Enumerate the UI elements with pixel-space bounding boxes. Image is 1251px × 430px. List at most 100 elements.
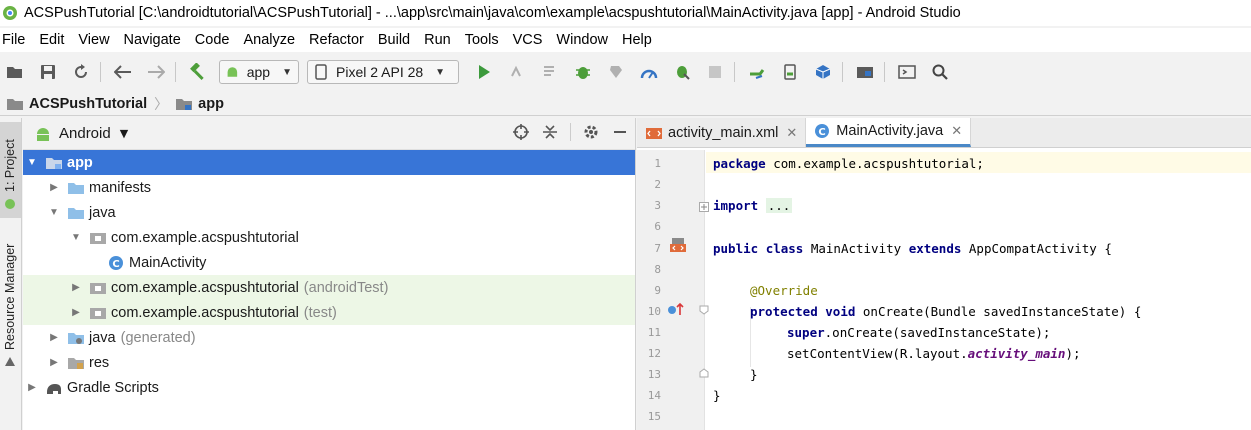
expanded-arrow-icon[interactable]: ▼ [69, 232, 83, 243]
menu-run[interactable]: Run [424, 32, 451, 48]
tree-item-gradle-scripts[interactable]: ▶ Gradle Scripts [23, 375, 635, 400]
generated-folder-icon [68, 332, 84, 344]
back-arrow-icon[interactable] [112, 61, 134, 83]
minimize-icon[interactable] [611, 123, 629, 141]
tree-item-package[interactable]: ▼ com.example.acspushtutorial [23, 225, 635, 250]
apply-code-changes-icon[interactable] [539, 61, 561, 83]
menu-build[interactable]: Build [378, 32, 410, 48]
sync-icon[interactable] [70, 61, 92, 83]
layout-inspector-icon[interactable] [896, 61, 918, 83]
build-hammer-icon[interactable] [187, 61, 209, 83]
tab-mainactivity-java[interactable]: C MainActivity.java ✕ [806, 118, 972, 147]
breadcrumb-module-label: app [198, 95, 224, 112]
window-title: ACSPushTutorial [C:\androidtutorial\ACSP… [24, 5, 961, 21]
chevron-down-icon[interactable]: ▼ [120, 127, 128, 140]
sync-gradle-icon[interactable] [746, 61, 768, 83]
attach-debugger-icon[interactable] [671, 61, 693, 83]
menu-tools[interactable]: Tools [465, 32, 499, 48]
sdk-manager-icon[interactable] [812, 61, 834, 83]
expanded-arrow-icon[interactable]: ▼ [25, 157, 39, 168]
search-icon[interactable] [929, 61, 951, 83]
collapsed-arrow-icon[interactable]: ▶ [47, 332, 61, 343]
collapsed-arrow-icon[interactable]: ▶ [69, 307, 83, 318]
line-number: 7 [654, 242, 661, 255]
tree-item-java[interactable]: ▼ java [23, 200, 635, 225]
override-marker-icon[interactable] [667, 302, 685, 316]
collapsed-arrow-icon[interactable]: ▶ [47, 357, 61, 368]
save-icon[interactable] [37, 61, 59, 83]
code-token: package [713, 156, 766, 171]
stop-icon[interactable] [704, 61, 726, 83]
line-number: 8 [654, 263, 661, 276]
line-number: 13 [647, 368, 661, 381]
tree-item-suffix: (androidTest) [303, 279, 389, 296]
module-config-select[interactable]: app ▼ [219, 60, 299, 84]
resource-manager-tab[interactable]: Resource Manager [0, 238, 21, 378]
tree-item-mainactivity[interactable]: C MainActivity [23, 250, 635, 275]
forward-arrow-icon[interactable] [145, 61, 167, 83]
gear-icon[interactable] [582, 123, 600, 141]
svg-text:C: C [819, 127, 826, 138]
code-line-12: setContentView(R.layout.activity_main); [787, 346, 1081, 361]
locate-crosshair-icon[interactable] [512, 123, 530, 141]
expanded-arrow-icon[interactable]: ▼ [47, 207, 61, 218]
profile-icon[interactable] [605, 61, 627, 83]
menu-code[interactable]: Code [195, 32, 230, 48]
chevron-down-icon: ▼ [282, 66, 292, 78]
tree-item-package-test[interactable]: ▶ com.example.acspushtutorial (test) [23, 300, 635, 325]
menu-analyze[interactable]: Analyze [243, 32, 295, 48]
tab-label: activity_main.xml [668, 124, 779, 141]
collapsed-arrow-icon[interactable]: ▶ [25, 382, 39, 393]
project-view-label[interactable]: Android [59, 125, 111, 142]
menu-edit[interactable]: Edit [39, 32, 64, 48]
open-folder-icon[interactable] [4, 61, 26, 83]
device-select[interactable]: Pixel 2 API 28 ▼ [307, 60, 459, 84]
title-bar: ACSPushTutorial [C:\androidtutorial\ACSP… [0, 0, 1251, 26]
debug-bug-icon[interactable] [572, 61, 594, 83]
code-token: onCreate(Bundle savedInstanceState) { [855, 304, 1142, 319]
breadcrumb-module[interactable]: app [175, 96, 224, 112]
project-tool-tab[interactable]: 1: Project [0, 122, 21, 218]
collapse-all-icon[interactable] [541, 123, 559, 141]
tree-item-suffix: (test) [303, 304, 337, 321]
tree-item-manifests[interactable]: ▶ manifests [23, 175, 635, 200]
folder-icon [7, 98, 23, 110]
project-structure-icon[interactable] [854, 61, 876, 83]
menu-bar: File Edit View Navigate Code Analyze Ref… [0, 28, 1251, 52]
editor-tabs: activity_main.xml ✕ C MainActivity.java … [637, 118, 1251, 148]
tree-item-app[interactable]: ▼ app [23, 150, 635, 175]
code-area[interactable]: package com.example.acspushtutorial; imp… [706, 150, 1251, 430]
related-layout-icon[interactable] [669, 237, 687, 253]
tab-activity-main-xml[interactable]: activity_main.xml ✕ [637, 118, 807, 147]
code-token: setContentView(R.layout. [787, 346, 968, 361]
breadcrumb-project[interactable]: ACSPushTutorial [6, 96, 147, 112]
package-icon [90, 282, 106, 294]
apply-changes-icon[interactable] [506, 61, 528, 83]
code-token: public [713, 241, 759, 256]
tree-item-java-generated[interactable]: ▶ java (generated) [23, 325, 635, 350]
menu-vcs[interactable]: VCS [513, 32, 543, 48]
collapsed-arrow-icon[interactable]: ▶ [47, 182, 61, 193]
tree-item-package-androidtest[interactable]: ▶ com.example.acspushtutorial (androidTe… [23, 275, 635, 300]
menu-file[interactable]: File [2, 32, 25, 48]
menu-help[interactable]: Help [622, 32, 652, 48]
phone-icon [315, 64, 327, 80]
chevron-down-icon: ▼ [435, 66, 446, 78]
project-tool-tab-label: 1: Project [3, 139, 17, 192]
tree-item-res[interactable]: ▶ res [23, 350, 635, 375]
menu-refactor[interactable]: Refactor [309, 32, 364, 48]
folded-imports[interactable]: ... [765, 198, 793, 213]
menu-view[interactable]: View [78, 32, 109, 48]
profiler-gauge-icon[interactable] [638, 61, 660, 83]
svg-text:C: C [112, 259, 119, 270]
close-icon[interactable]: ✕ [786, 125, 797, 141]
avd-manager-icon[interactable] [779, 61, 801, 83]
collapsed-arrow-icon[interactable]: ▶ [69, 282, 83, 293]
run-icon[interactable] [473, 61, 495, 83]
code-token: extends [908, 241, 962, 256]
menu-window[interactable]: Window [556, 32, 608, 48]
java-class-icon: C [815, 124, 830, 138]
menu-navigate[interactable]: Navigate [124, 32, 181, 48]
package-icon [90, 232, 106, 244]
close-icon[interactable]: ✕ [951, 123, 962, 139]
